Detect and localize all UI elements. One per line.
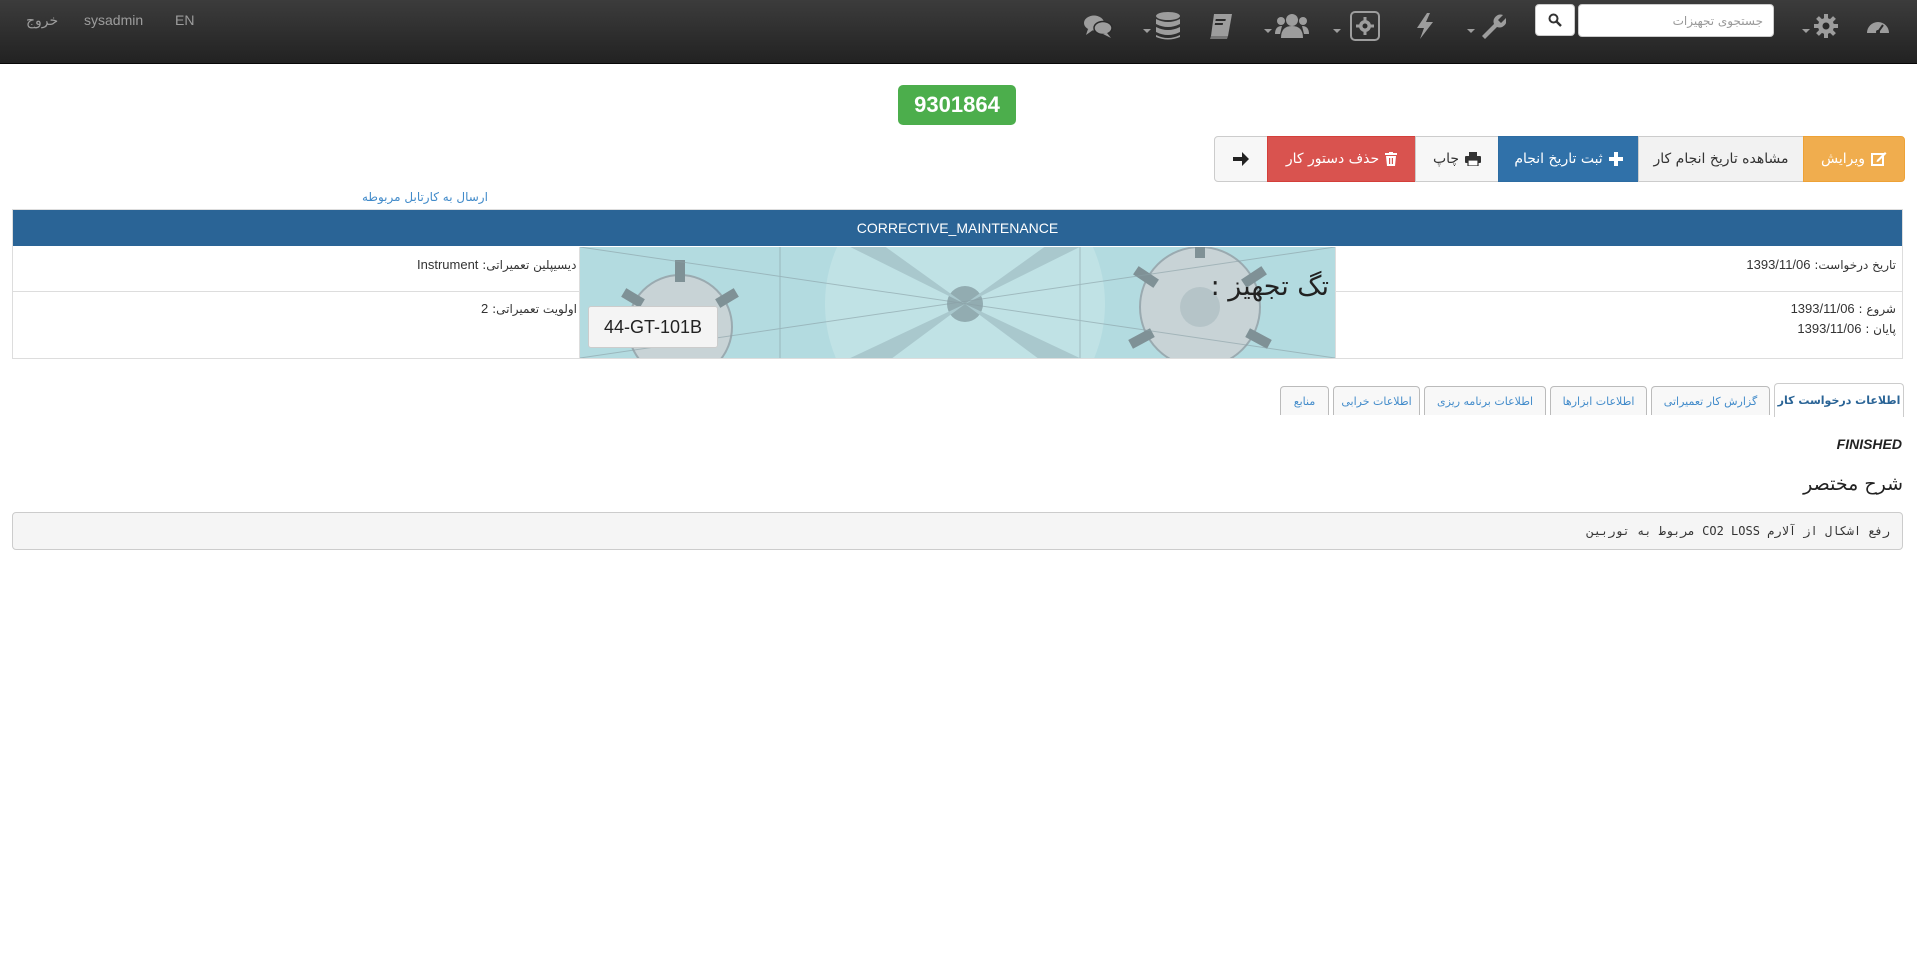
users-icon[interactable] [1264, 6, 1309, 46]
send-to-cartable-link[interactable]: ارسال به کارتابل مربوطه [362, 190, 488, 204]
equipment-search-input[interactable] [1578, 4, 1774, 37]
summary-text: رفع اشکال از آلارم CO2 LOSS مربوط به تور… [1586, 524, 1890, 538]
comments-icon[interactable] [1083, 6, 1113, 46]
maintenance-type-header: CORRECTIVE_MAINTENANCE [13, 210, 1902, 246]
username-link[interactable]: sysadmin [84, 12, 143, 28]
equipment-tag-banner: تگ تجهیز : 44-GT-101B [579, 247, 1336, 358]
settings-box-gear-icon[interactable] [1350, 11, 1380, 41]
work-order-info-table: CORRECTIVE_MAINTENANCE تاریخ درخواست: 13… [12, 209, 1903, 359]
edit-button[interactable]: ویرایش [1803, 136, 1905, 182]
tab-maintenance-report[interactable]: گزارش کار تعمیراتی [1651, 386, 1770, 415]
register-date-label: ثبت تاریخ انجام [1514, 151, 1603, 167]
print-button[interactable]: چاپ [1415, 136, 1499, 182]
top-navbar: خروج sysadmin EN [0, 0, 1917, 64]
priority-value: 2 [481, 301, 489, 316]
users-caret-icon [1264, 29, 1272, 33]
priority-label: اولویت تعمیراتی: [492, 302, 578, 316]
summary-box: رفع اشکال از آلارم CO2 LOSS مربوط به تور… [12, 512, 1903, 550]
dashboard-icon[interactable] [1866, 6, 1890, 46]
equipment-tag-value: 44-GT-101B [588, 306, 718, 348]
summary-title: شرح مختصر [1803, 473, 1903, 495]
tab-planning-info[interactable]: اطلاعات برنامه ریزی [1424, 386, 1546, 415]
arrow-right-icon [1233, 152, 1249, 166]
edit-icon [1871, 152, 1887, 166]
view-work-dates-label: مشاهده تاریخ انجام کار [1653, 151, 1789, 167]
edit-label: ویرایش [1820, 151, 1866, 167]
printer-icon [1465, 152, 1482, 166]
discipline-label: دیسیپلین تعمیراتی: [482, 258, 577, 272]
end-date-value: 1393/11/06 [1797, 321, 1862, 336]
gear-caret-icon [1802, 29, 1810, 33]
discipline-value: Instrument [417, 257, 479, 272]
next-button[interactable] [1214, 136, 1268, 182]
settings-caret-icon [1333, 29, 1341, 33]
search-icon [1548, 13, 1562, 27]
view-work-dates-button[interactable]: مشاهده تاریخ انجام کار [1638, 136, 1804, 182]
tab-resources[interactable]: منابع [1280, 386, 1329, 415]
bolt-icon[interactable] [1413, 6, 1437, 46]
end-date-label: پایان : [1865, 322, 1896, 336]
settings-box-icon[interactable] [1333, 6, 1341, 46]
delete-label: حذف دستور کار [1285, 151, 1380, 167]
print-label: چاپ [1432, 151, 1460, 167]
tab-tools-info[interactable]: اطلاعات ابزارها [1550, 386, 1647, 415]
language-link[interactable]: EN [175, 12, 194, 28]
discipline-cell: دیسیپلین تعمیراتی: Instrument [417, 257, 576, 272]
database-icon[interactable] [1143, 6, 1182, 46]
start-date-label: شروع : [1858, 302, 1897, 316]
plus-icon [1608, 152, 1623, 166]
logout-link[interactable]: خروج [26, 12, 58, 29]
status-label: FINISHED [1836, 436, 1902, 452]
wrench-caret-icon [1467, 29, 1475, 33]
gear-icon[interactable] [1802, 6, 1839, 46]
book-icon[interactable] [1208, 6, 1234, 46]
action-toolbar: حذف دستور کار چاپ ثبت تاریخ انجام مشاهده… [1214, 136, 1905, 182]
request-date-cell: تاریخ درخواست: 1393/11/06 [1746, 257, 1896, 272]
priority-cell: اولویت تعمیراتی: 2 [481, 301, 577, 316]
delete-work-order-button[interactable]: حذف دستور کار [1267, 136, 1416, 182]
start-date-value: 1393/11/06 [1790, 301, 1855, 316]
request-date-label: تاریخ درخواست: [1814, 258, 1896, 272]
search-button[interactable] [1535, 4, 1575, 36]
trash-icon [1385, 152, 1398, 166]
tab-failure-info[interactable]: اطلاعات خرابی [1333, 386, 1420, 415]
start-date-cell: شروع : 1393/11/06 [1791, 301, 1896, 316]
request-date-value: 1393/11/06 [1746, 257, 1811, 272]
work-order-number-badge: 9301864 [898, 85, 1016, 125]
wrench-icon[interactable] [1467, 6, 1506, 46]
tab-work-request-info[interactable]: اطلاعات درخواست کار [1774, 383, 1904, 417]
register-date-button[interactable]: ثبت تاریخ انجام [1498, 136, 1639, 182]
work-order-tabs: اطلاعات درخواست کار گزارش کار تعمیراتی ا… [1278, 383, 1904, 417]
end-date-cell: پایان : 1393/11/06 [1797, 321, 1896, 336]
database-caret-icon [1143, 29, 1151, 33]
equipment-tag-label: تگ تجهیز : [1210, 271, 1329, 302]
